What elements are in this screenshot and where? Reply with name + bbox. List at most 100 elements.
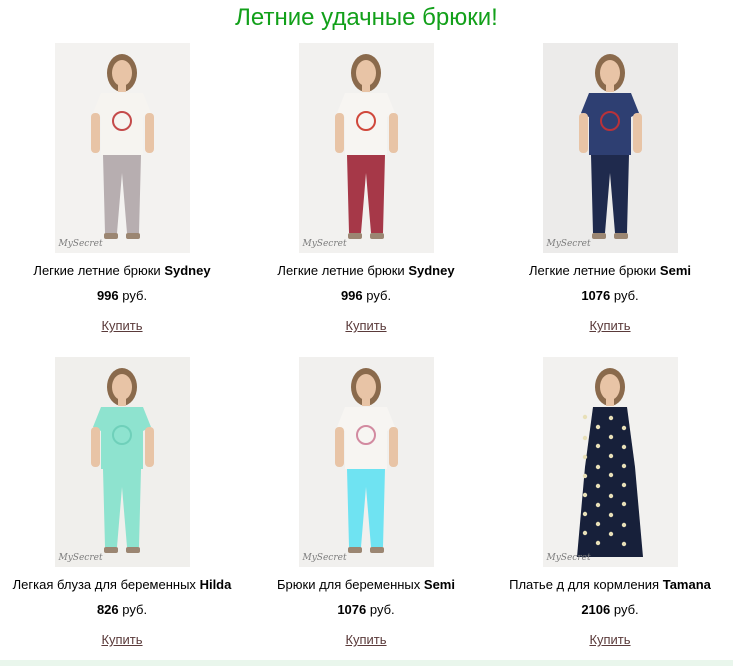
product-price: 996 руб. <box>96 288 148 303</box>
right-shoe <box>369 233 384 239</box>
left-arm <box>334 113 344 153</box>
neck-shape <box>117 84 126 92</box>
dress-flower <box>582 435 587 441</box>
model-illustration <box>542 357 678 567</box>
footer-strip <box>0 660 733 666</box>
head-shape <box>599 374 620 400</box>
buy-link[interactable]: Купить <box>345 318 386 334</box>
left-shoe <box>347 233 362 239</box>
head-shape <box>355 374 376 400</box>
product-price: 1076 руб. <box>337 602 395 617</box>
product-photo[interactable]: MySecret <box>54 357 190 567</box>
buy-link[interactable]: Купить <box>589 632 630 648</box>
dress-flower <box>595 464 600 470</box>
buy-link[interactable]: Купить <box>101 318 142 334</box>
dress-flower <box>621 482 626 488</box>
dress-flower <box>621 463 626 469</box>
buy-link[interactable]: Купить <box>345 632 386 648</box>
neck-shape <box>361 84 370 92</box>
dress-flower <box>595 502 600 508</box>
dress-flower <box>595 424 600 430</box>
right-arm <box>388 427 398 467</box>
product-photo[interactable]: MySecret <box>54 43 190 253</box>
product-price: 996 руб. <box>340 288 392 303</box>
product-photo[interactable]: MySecret <box>298 357 434 567</box>
neck-shape <box>117 398 126 406</box>
left-arm <box>90 113 100 153</box>
product-price: 826 руб. <box>96 602 148 617</box>
watermark: MySecret <box>58 553 103 563</box>
model-illustration <box>54 357 190 567</box>
dress-flower <box>582 530 587 536</box>
dress-flower <box>582 473 587 479</box>
top-shape <box>580 93 639 155</box>
watermark: MySecret <box>546 239 591 249</box>
product-name: Платье д для кормления Tamana <box>509 577 711 592</box>
dress-flower <box>582 414 587 420</box>
neck-shape <box>605 398 614 406</box>
page-title: Летние удачные брюки! <box>235 4 498 31</box>
right-arm <box>632 113 642 153</box>
product-photo[interactable]: MySecret <box>542 357 678 567</box>
right-shoe <box>369 547 384 553</box>
left-arm <box>90 427 100 467</box>
product-card: MySecret Платье д для кормления Tamana 2… <box>488 357 732 671</box>
right-arm <box>144 427 154 467</box>
right-arm <box>144 113 154 153</box>
dress-flower <box>621 541 626 547</box>
right-shoe <box>613 233 628 239</box>
buy-link[interactable]: Купить <box>589 318 630 334</box>
dress-flower <box>595 521 600 527</box>
neck-shape <box>605 84 614 92</box>
left-shoe <box>103 547 118 553</box>
dress-flower <box>608 434 613 440</box>
dress-flower <box>608 493 613 499</box>
model-illustration <box>542 43 678 253</box>
model-illustration <box>298 43 434 253</box>
right-shoe <box>125 233 140 239</box>
left-shoe <box>591 233 606 239</box>
right-arm <box>388 113 398 153</box>
product-photo[interactable]: MySecret <box>542 43 678 253</box>
product-card: MySecret Легкие летние брюки Semi 1076 р… <box>488 43 732 357</box>
dress-flower <box>595 443 600 449</box>
buy-link[interactable]: Купить <box>101 632 142 648</box>
left-arm <box>334 427 344 467</box>
product-name: Легкие летние брюки Semi <box>529 263 691 278</box>
watermark: MySecret <box>546 553 591 563</box>
product-price: 1076 руб. <box>581 288 639 303</box>
model-illustration <box>298 357 434 567</box>
dress-flower <box>595 483 600 489</box>
dress-flower <box>582 454 587 460</box>
product-card: MySecret Легкие летние брюки Sydney 996 … <box>244 43 488 357</box>
product-grid: MySecret Легкие летние брюки Sydney 996 … <box>0 43 733 671</box>
dress-flower <box>608 531 613 537</box>
watermark: MySecret <box>58 239 103 249</box>
product-card: MySecret Легкая блуза для беременных Hil… <box>0 357 244 671</box>
top-shape <box>92 407 151 469</box>
dress-flower <box>621 444 626 450</box>
head-shape <box>111 374 132 400</box>
head-shape <box>355 60 376 86</box>
dress-flower <box>582 492 587 498</box>
dress-flower <box>608 415 613 421</box>
product-name: Брюки для беременных Semi <box>277 577 455 592</box>
watermark: MySecret <box>302 553 347 563</box>
product-price: 2106 руб. <box>581 602 639 617</box>
left-arm <box>578 113 588 153</box>
dress-flower <box>621 522 626 528</box>
head-shape <box>111 60 132 86</box>
watermark: MySecret <box>302 239 347 249</box>
dress-flower <box>582 511 587 517</box>
product-photo[interactable]: MySecret <box>298 43 434 253</box>
top-shape <box>92 93 151 155</box>
dress-flower <box>608 472 613 478</box>
dress-flower <box>621 501 626 507</box>
product-name: Легкие летние брюки Sydney <box>277 263 455 278</box>
neck-shape <box>361 398 370 406</box>
product-name: Легкие летние брюки Sydney <box>33 263 211 278</box>
product-name: Легкая блуза для беременных Hilda <box>12 577 232 592</box>
product-card: MySecret Брюки для беременных Semi 1076 … <box>244 357 488 671</box>
top-shape <box>336 93 395 155</box>
left-shoe <box>103 233 118 239</box>
